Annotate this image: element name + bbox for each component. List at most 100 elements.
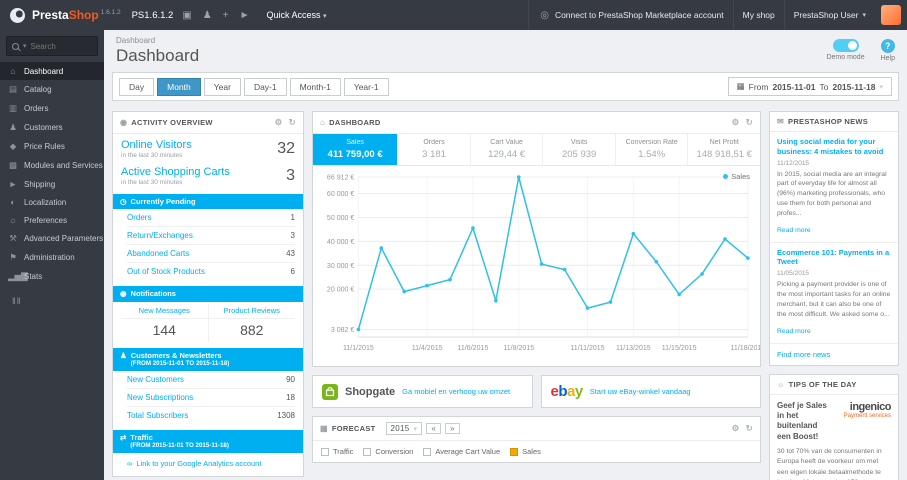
sidebar-item-catalog[interactable]: ▤ Catalog (0, 80, 104, 99)
sales-chart: Sales 66 912 € 60 000 € 50 000 € 40 000 € 30… (313, 166, 760, 366)
shop-cart-icon[interactable]: ▣ (182, 10, 191, 21)
caret-down-icon: ▾ (879, 83, 883, 91)
sidebar-item-orders[interactable]: ▥ Orders (0, 99, 104, 118)
user-menu[interactable]: PrestaShop User ▾ (783, 0, 875, 30)
x-tick-label: 11/4/2015 (412, 345, 443, 352)
kpi-visits[interactable]: Visits 205 939 (543, 134, 616, 165)
preferences-icon: ☼ (9, 215, 17, 225)
shopgate-promo[interactable]: Shopgate Ga mobiel en verhoog uw omzet (312, 375, 533, 408)
shopgate-link[interactable]: Ga mobiel en verhoog uw omzet (402, 387, 510, 396)
data-point (700, 272, 704, 276)
sidebar-item-stats[interactable]: ▂▅▇ Stats (0, 267, 104, 286)
active-carts-link[interactable]: Active Shopping Carts (121, 166, 286, 178)
filter-day-button[interactable]: Day (119, 77, 155, 96)
refresh-icon[interactable]: ↻ (746, 117, 753, 128)
marketplace-link[interactable]: ◎ Connect to PrestaShop Marketplace accou… (528, 0, 732, 30)
product-reviews-cell[interactable]: Product Reviews 882 (208, 304, 295, 342)
sidebar-item-price-rules[interactable]: ◆ Price Rules (0, 137, 104, 156)
article-title-link[interactable]: Ecommerce 101: Payments in a Tweet (777, 248, 891, 268)
data-point (494, 298, 498, 303)
sidebar-item-shipping[interactable]: ► Shipping (0, 175, 104, 193)
customers-row-new-subscriptions[interactable]: New Subscriptions 18 (127, 389, 295, 407)
add-icon[interactable]: + (223, 10, 229, 21)
read-more-link[interactable]: Read more (777, 328, 811, 335)
topbar-right: ◎ Connect to PrestaShop Marketplace accou… (528, 0, 907, 30)
sidebar-collapse-toggle[interactable]: ‖‖ (12, 296, 104, 306)
filter-year-1-button[interactable]: Year-1 (343, 77, 389, 96)
customers-row-total-subscribers[interactable]: Total Subscribers 1308 (127, 407, 295, 424)
sidebar-item-advanced-parameters[interactable]: ⚒ Advanced Parameters (0, 229, 104, 248)
data-point (402, 289, 407, 294)
kpi-net-profit[interactable]: Net Profit 148 918,51 € (688, 134, 760, 165)
kpi-orders[interactable]: Orders 3 181 (398, 134, 471, 165)
kpi-sales[interactable]: Sales 411 759,00 € (313, 134, 399, 165)
customers-row-new-customers[interactable]: New Customers 90 (127, 371, 295, 389)
refresh-icon[interactable]: ↻ (746, 423, 753, 434)
refresh-icon[interactable]: ↻ (289, 117, 296, 128)
kpi-conversion-rate[interactable]: Conversion Rate 1.54% (616, 134, 689, 165)
sidebar-item-localization[interactable]: ◐ Localization (0, 193, 104, 211)
sidebar-item-preferences[interactable]: ☼ Preferences (0, 211, 104, 229)
quick-access-menu[interactable]: Quick Access ▾ (267, 10, 327, 20)
online-visitors-link[interactable]: Online Visitors (121, 139, 277, 151)
prestashop-logo[interactable]: PrestaShop 1.6.1.2 (32, 8, 121, 22)
topbar-left: PrestaShop 1.6.1.2 PS1.6.1.2 ▣ ♟ + ► Quic… (0, 7, 337, 23)
filter-month-1-button[interactable]: Month-1 (289, 77, 341, 96)
customer-icon[interactable]: ♟ (203, 10, 212, 21)
find-more-news-link[interactable]: Find more news (770, 344, 898, 365)
filter-month-button[interactable]: Month (157, 77, 201, 96)
checkbox-checked-icon (510, 447, 519, 456)
filter-year-button[interactable]: Year (203, 77, 241, 96)
article-title-link[interactable]: Using social media for your business: 4 … (777, 137, 891, 157)
search-input[interactable] (30, 41, 89, 51)
breadcrumb[interactable]: Dashboard (116, 36, 199, 45)
settings-icon[interactable]: ⚙ (275, 117, 283, 128)
forecast-panel: ▦ FORECAST 2015 ▾ « » ⚙ ↻ Traffic Conversi… (312, 416, 761, 463)
user-avatar[interactable] (881, 5, 901, 25)
sidebar-item-dashboard[interactable]: ⌂ Dashboard (0, 62, 104, 80)
my-shop-link[interactable]: My shop (732, 0, 784, 30)
help-icon[interactable]: ? (880, 39, 895, 53)
filter-day-1-button[interactable]: Day-1 (243, 77, 287, 96)
next-year-button[interactable]: » (445, 423, 460, 434)
prev-year-button[interactable]: « (426, 423, 442, 434)
pending-row-abandoned-carts[interactable]: Abandoned Carts 43 (127, 245, 295, 264)
pending-row-returns[interactable]: Return/Exchanges 3 (127, 227, 295, 246)
ingenico-logo: ingenico Payment services (843, 400, 892, 419)
data-point (448, 277, 452, 282)
settings-icon[interactable]: ⚙ (732, 423, 740, 434)
forecast-legend-conversion[interactable]: Conversion (363, 447, 413, 456)
forecast-legend-average-cart-value[interactable]: Average Cart Value (423, 447, 500, 456)
currently-pending-header: ◷ Currently Pending (113, 194, 303, 210)
traffic-header: ⇄ Traffic (FROM 2015-11-01 TO 2015-11-18) (113, 429, 303, 453)
sidebar-item-modules[interactable]: ▩ Modules and Services (0, 156, 104, 175)
forecast-legend-traffic[interactable]: Traffic (321, 447, 353, 456)
help-control: ? Help (881, 39, 895, 62)
chart-legend-sales[interactable]: Sales (723, 172, 750, 181)
settings-icon[interactable]: ⚙ (732, 117, 740, 128)
new-messages-cell[interactable]: New Messages 144 (121, 303, 209, 342)
shop-name-link[interactable]: PS1.6.1.2 (132, 10, 174, 21)
sidebar-item-customers[interactable]: ♟ Customers (0, 118, 104, 137)
notifications-header: ◉ Notifications (113, 286, 303, 302)
year-select[interactable]: 2015 ▾ (385, 422, 423, 435)
pending-row-orders[interactable]: Orders 1 (127, 209, 295, 228)
sidebar-item-administration[interactable]: ⚑ Administration (0, 248, 104, 267)
legend-dot-icon (723, 174, 729, 179)
ebay-link[interactable]: Start uw eBay-winkel vandaag (590, 387, 691, 396)
sidebar-search[interactable]: ▾ (6, 36, 98, 56)
rocket-icon[interactable]: ► (240, 10, 250, 21)
demo-mode-toggle[interactable] (832, 39, 859, 52)
customers-icon: ♟ (9, 122, 17, 132)
kpi-cart-value[interactable]: Cart Value 129,44 € (471, 134, 544, 165)
ebay-promo[interactable]: ebay Start uw eBay-winkel vandaag (540, 375, 761, 408)
date-range-picker[interactable]: ▦ From 2015-11-01 To 2015-11-18 ▾ (727, 77, 892, 96)
google-analytics-link[interactable]: ∞ Link to your Google Analytics account (113, 453, 303, 476)
read-more-link[interactable]: Read more (777, 227, 811, 234)
x-tick-label: 11/1/2015 (343, 345, 374, 352)
pending-row-out-of-stock[interactable]: Out of Stock Products 6 (127, 263, 295, 280)
search-scope-caret-icon[interactable]: ▾ (23, 42, 27, 50)
forecast-legend-sales[interactable]: Sales (510, 447, 541, 456)
y-tick-label: 50 000 € (327, 215, 355, 222)
active-carts-stat: Active Shopping Carts in the last 30 min… (121, 166, 295, 186)
